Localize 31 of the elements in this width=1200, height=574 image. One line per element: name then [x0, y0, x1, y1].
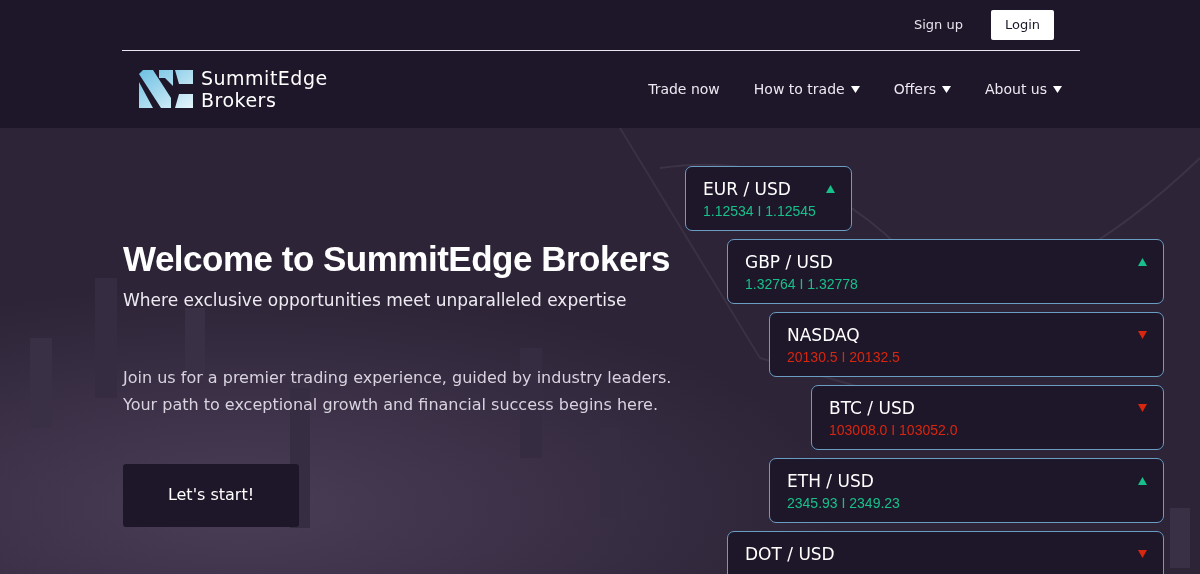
ticker-prices: 1.32764 I 1.32778 [745, 275, 858, 294]
ticker-prices: 103008.0 I 103052.0 [829, 421, 958, 440]
ticker-card[interactable]: NASDAQ 20130.5 I 20132.5 [769, 312, 1164, 377]
ticker-card[interactable]: DOT / USD [727, 531, 1164, 574]
logo-text: SummitEdge [201, 67, 328, 89]
hero-subtitle: Where exclusive opportunities meet unparalleled expertise [123, 289, 628, 312]
nav-link[interactable]: Trade now [648, 78, 720, 100]
nav-link[interactable]: Offers [893, 78, 951, 100]
ticker-prices: 1.12534 I 1.12545 [703, 202, 816, 221]
ticker-symbol: GBP / USD [745, 251, 834, 274]
login-button[interactable]: Login [990, 10, 1054, 40]
logo-text: Brokers [201, 89, 278, 111]
ticker-card[interactable]: EUR / USD 1.12534 I 1.12545 [685, 166, 852, 231]
ticker-symbol: ETH / USD [787, 470, 875, 493]
ticker-card[interactable]: GBP / USD 1.32764 I 1.32778 [727, 239, 1164, 304]
ticker-prices: 20130.5 I 20132.5 [787, 348, 900, 367]
ticker-symbol: DOT / USD [745, 543, 835, 566]
ticker-symbol: NASDAQ [787, 324, 861, 347]
ticker-card[interactable]: BTC / USD 103008.0 I 103052.0 [811, 385, 1164, 450]
hero-title: Welcome to SummitEdge Brokers [123, 238, 671, 280]
logo-icon [139, 70, 193, 108]
hero-text: Join us for a premier trading experience, guided by industry leaders. [123, 366, 673, 389]
ticker-symbol: EUR / USD [703, 178, 792, 201]
ticker-card[interactable]: ETH / USD 2345.93 I 2349.23 [769, 458, 1164, 523]
nav-link[interactable]: How to trade [753, 78, 860, 100]
start-button[interactable]: Let's start! [123, 463, 299, 527]
ticker-symbol: BTC / USD [829, 397, 916, 420]
nav-link[interactable]: About us [985, 78, 1062, 100]
hero-text: Your path to exceptional growth and financial success begins here. [123, 393, 660, 416]
signup-link[interactable]: Sign up [913, 15, 963, 35]
ticker-prices: 2345.93 I 2349.23 [787, 494, 900, 513]
